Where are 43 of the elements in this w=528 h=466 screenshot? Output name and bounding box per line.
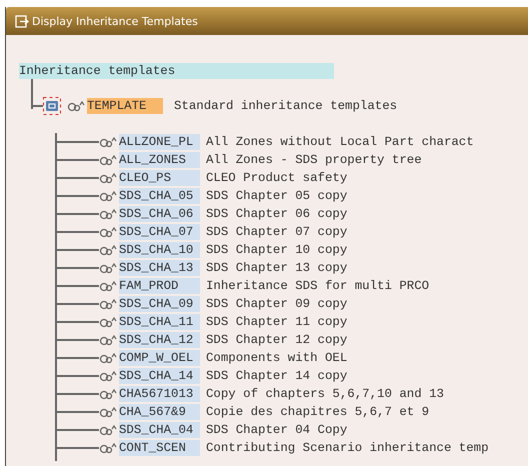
node-code[interactable]: FAM_PROD — [119, 278, 200, 294]
node-code[interactable]: SDS_CHA_14 — [119, 368, 200, 384]
node-code[interactable]: SDS_CHA_11 — [119, 314, 200, 330]
node-code[interactable]: SDS_CHA_06 — [119, 206, 200, 222]
node-description: SDS Chapter 11 copy — [206, 315, 348, 329]
node-description: SDS Chapter 04 Copy — [206, 423, 348, 437]
node-description: Copie des chapitres 5,6,7 et 9 — [206, 405, 430, 419]
display-icon — [15, 14, 29, 28]
node-code[interactable]: SDS_CHA_09 — [119, 296, 200, 312]
node-code[interactable]: SDS_CHA_12 — [119, 332, 200, 348]
node-description: Contributing Scenario inheritance temp — [206, 441, 489, 455]
window-title: Display Inheritance Templates — [32, 14, 198, 28]
folder-icon[interactable] — [43, 97, 61, 115]
node-description: SDS Chapter 05 copy — [206, 189, 348, 203]
node-code[interactable]: CHA5671013 — [119, 386, 200, 402]
node-description: Inheritance SDS for multi PRCO — [206, 279, 430, 293]
node-description: Components with OEL — [206, 351, 348, 365]
node-code[interactable]: CHA_567&9 — [119, 404, 200, 420]
node-code[interactable]: COMP_W_OEL — [119, 350, 200, 366]
node-code[interactable]: SDS_CHA_07 — [119, 224, 200, 240]
node-code[interactable]: CONT_SCEN — [119, 440, 200, 456]
chain-icon — [67, 100, 85, 112]
node-code[interactable]: TEMPLATE — [87, 98, 163, 114]
node-description: SDS Chapter 13 copy — [206, 261, 348, 275]
node-code[interactable]: SDS_CHA_04 — [119, 422, 200, 438]
node-description: All Zones without Local Part charact — [206, 135, 474, 149]
node-description: SDS Chapter 10 copy — [206, 243, 348, 257]
node-code[interactable]: ALLZONE_PL — [119, 134, 200, 150]
node-code[interactable]: ALL_ZONES — [119, 152, 200, 168]
node-description: All Zones - SDS property tree — [206, 153, 422, 167]
node-description: SDS Chapter 06 copy — [206, 207, 348, 221]
tree-root[interactable]: Inheritance templates — [19, 63, 334, 79]
node-code[interactable]: SDS_CHA_10 — [119, 242, 200, 258]
node-code[interactable]: SDS_CHA_13 — [119, 260, 200, 276]
node-description: SDS Chapter 09 copy — [206, 297, 348, 311]
node-code[interactable]: SDS_CHA_05 — [119, 188, 200, 204]
node-description: SDS Chapter 12 copy — [206, 333, 348, 347]
node-code[interactable]: CLEO_PS — [119, 170, 200, 186]
node-description: Copy of chapters 5,6,7,10 and 13 — [206, 387, 444, 401]
node-description: SDS Chapter 14 copy — [206, 369, 348, 383]
node-description: CLEO Product safety — [206, 171, 348, 185]
node-description: Standard inheritance templates — [174, 99, 398, 113]
node-description: SDS Chapter 07 copy — [206, 225, 348, 239]
